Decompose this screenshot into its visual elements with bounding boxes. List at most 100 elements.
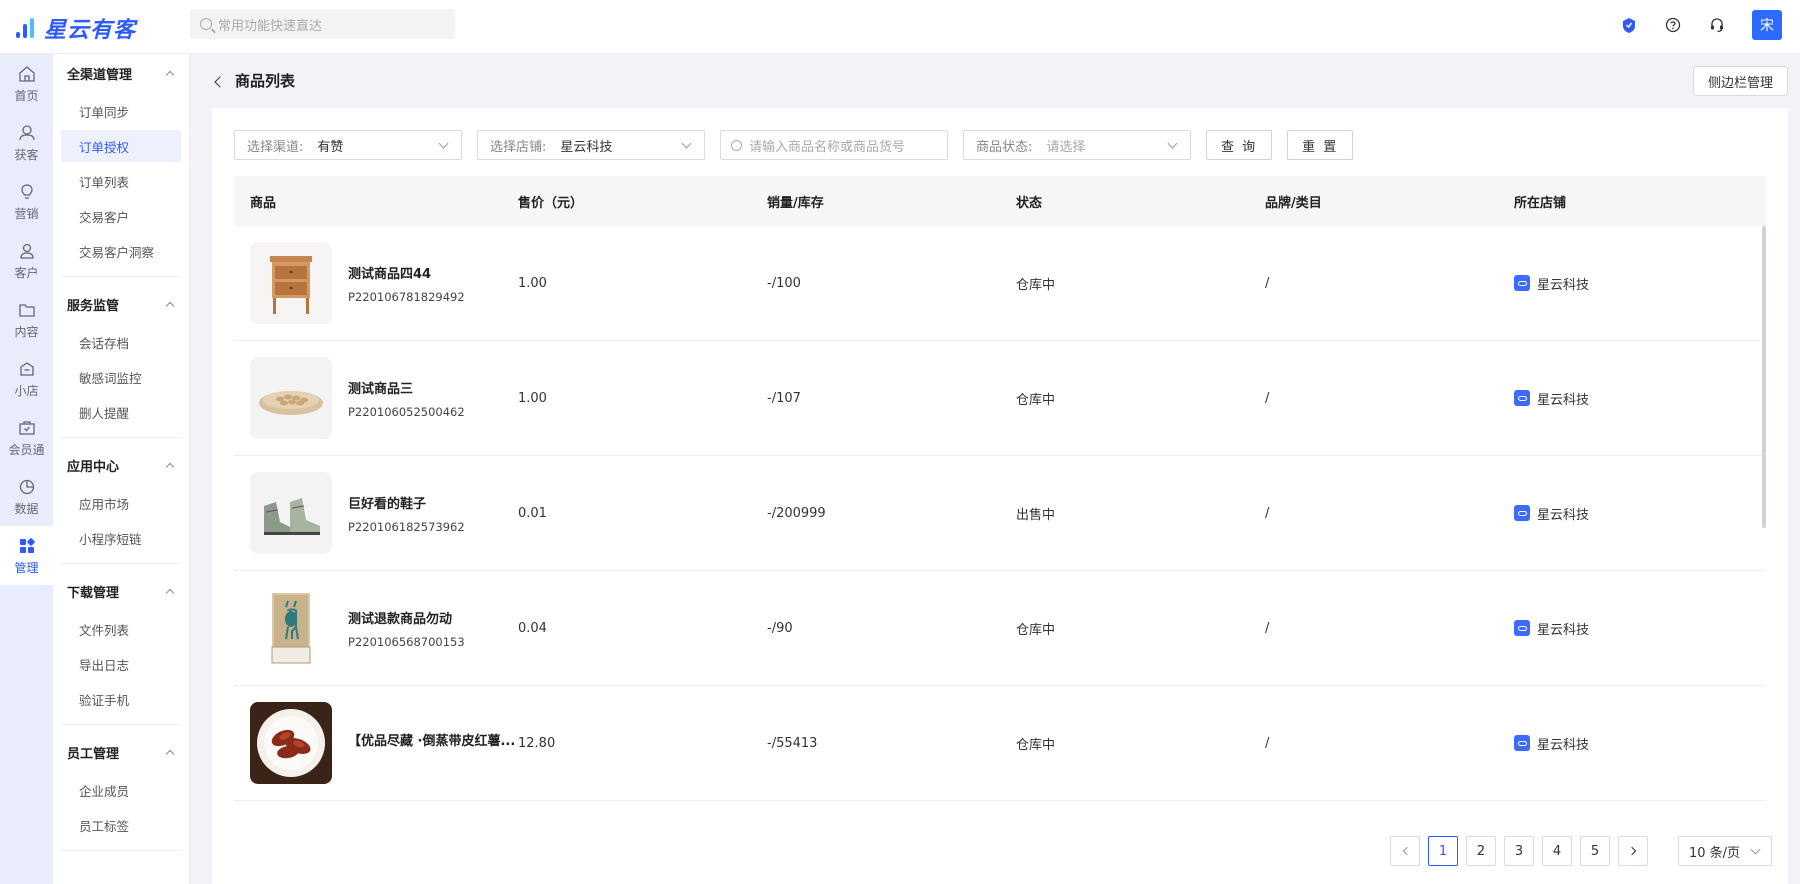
subnav-item-order-list[interactable]: 订单列表	[61, 165, 181, 197]
rail-label: 营销	[14, 206, 39, 221]
col-header-brand: 品牌/类目	[1265, 195, 1322, 211]
table-row[interactable]: 【优品尽藏 ·倒蒸带皮红薯... 12.80 -/55413 仓库中 / 星云科…	[234, 686, 1766, 801]
chevron-down-icon	[438, 138, 449, 149]
channel-select[interactable]: 选择渠道: 有赞	[234, 130, 462, 160]
product-brand: /	[1265, 390, 1270, 406]
table-row[interactable]: 测试商品四44 P220106781829492 1.00 -/100 仓库中 …	[234, 226, 1766, 341]
shield-icon[interactable]	[1620, 16, 1638, 34]
product-name[interactable]: 【优品尽藏 ·倒蒸带皮红薯...	[348, 730, 515, 749]
product-search-placeholder: 请输入商品名称或商品货号	[749, 139, 906, 155]
reset-button[interactable]: 重 置	[1287, 130, 1354, 160]
table-row[interactable]: 巨好看的鞋子 P220106182573962 0.01 -/200999 出售…	[234, 456, 1766, 571]
subnav-item-customer-insight[interactable]: 交易客户洞察	[61, 235, 181, 267]
search-icon	[200, 18, 212, 30]
global-search-input[interactable]: 常用功能快速直达	[190, 9, 455, 39]
query-button[interactable]: 查 询	[1206, 130, 1273, 160]
sidebar-manage-button[interactable]: 侧边栏管理	[1692, 66, 1788, 96]
subnav-item-app-market[interactable]: 应用市场	[61, 487, 181, 519]
table-row[interactable]: 测试退款商品勿动 P220106568700153 0.04 -/90 仓库中 …	[234, 571, 1766, 686]
subnav-group-title[interactable]: 应用中心	[61, 446, 181, 484]
subnav-item-order-sync[interactable]: 订单同步	[61, 95, 181, 127]
chevron-up-icon	[165, 588, 175, 597]
subnav-item-staff-tags[interactable]: 员工标签	[61, 809, 181, 841]
product-status: 仓库中	[1016, 392, 1056, 408]
shop-value: 星云科技	[560, 139, 613, 155]
rail-item-marketing[interactable]: 营销	[0, 172, 53, 231]
product-brand: /	[1265, 620, 1270, 636]
page-size-select[interactable]: 10 条/页	[1678, 836, 1772, 866]
status-select[interactable]: 商品状态: 请选择	[963, 130, 1191, 160]
product-thumbnail[interactable]	[250, 357, 332, 439]
group-title-text: 全渠道管理	[67, 67, 133, 83]
subnav-item-export-log[interactable]: 导出日志	[61, 648, 181, 680]
product-name[interactable]: 测试退款商品勿动	[348, 608, 465, 627]
subnav-item-members[interactable]: 企业成员	[61, 774, 181, 806]
page-button-1[interactable]: 1	[1428, 836, 1458, 866]
subnav-item-order-auth[interactable]: 订单授权	[61, 130, 181, 162]
product-name[interactable]: 测试商品四44	[348, 263, 465, 282]
pagination: 1 2 3 4 5 10 条/页	[1390, 836, 1772, 866]
table-row[interactable]: 测试商品三 P220106052500462 1.00 -/107 仓库中 / …	[234, 341, 1766, 456]
page-button-3[interactable]: 3	[1504, 836, 1534, 866]
subnav-group-title[interactable]: 员工管理	[61, 733, 181, 771]
subnav-item-trade-customers[interactable]: 交易客户	[61, 200, 181, 232]
product-thumbnail[interactable]	[250, 242, 332, 324]
product-stock: -/100	[767, 275, 801, 291]
page-button-5[interactable]: 5	[1580, 836, 1610, 866]
search-icon	[731, 139, 742, 151]
subnav-item-verify-phone[interactable]: 验证手机	[61, 683, 181, 715]
rail-item-acquire[interactable]: 获客	[0, 113, 53, 172]
product-shop: 星云科技	[1537, 277, 1590, 293]
subnav-group-title[interactable]: 下载管理	[61, 572, 181, 610]
rail-item-home[interactable]: 首页	[0, 54, 53, 113]
content-card: 选择渠道: 有赞 选择店铺: 星云科技 请输入商品名称或商品货号 商品状态: 请…	[212, 108, 1788, 884]
channel-label: 选择渠道:	[247, 139, 304, 155]
product-brand: /	[1265, 275, 1270, 291]
product-name[interactable]: 巨好看的鞋子	[348, 493, 465, 512]
subnav-item-chat-archive[interactable]: 会话存档	[61, 326, 181, 358]
subnav-group-staff: 员工管理 企业成员 员工标签	[61, 733, 181, 851]
back-arrow-icon[interactable]	[214, 76, 226, 88]
folder-icon	[17, 300, 37, 320]
subnav-item-delete-alert[interactable]: 删人提醒	[61, 396, 181, 428]
rail-label: 首页	[14, 88, 39, 103]
filter-bar: 选择渠道: 有赞 选择店铺: 星云科技 请输入商品名称或商品货号 商品状态: 请…	[234, 130, 1354, 160]
product-price: 0.04	[518, 620, 547, 636]
chevron-down-icon	[681, 138, 692, 149]
shop-select[interactable]: 选择店铺: 星云科技	[477, 130, 705, 160]
product-search-input[interactable]: 请输入商品名称或商品货号	[720, 130, 948, 160]
subnav-group-title[interactable]: 服务监管	[61, 285, 181, 323]
rail-item-customer[interactable]: 客户	[0, 231, 53, 290]
logo-text: 星云有客	[44, 18, 137, 43]
group-title-text: 应用中心	[67, 459, 120, 475]
page-button-4[interactable]: 4	[1542, 836, 1572, 866]
headset-icon[interactable]	[1708, 16, 1726, 34]
rail-label: 管理	[14, 560, 39, 575]
table-scrollbar[interactable]	[1762, 226, 1766, 528]
page-title: 商品列表	[235, 72, 296, 90]
subnav-item-mini-link[interactable]: 小程序短链	[61, 522, 181, 554]
rail-item-member[interactable]: 会员通	[0, 408, 53, 467]
avatar[interactable]: 宋	[1752, 10, 1782, 40]
logo[interactable]: 星云有客	[16, 12, 136, 44]
product-name[interactable]: 测试商品三	[348, 378, 465, 397]
product-thumbnail[interactable]	[250, 472, 332, 554]
subnav-item-file-list[interactable]: 文件列表	[61, 613, 181, 645]
next-page-button[interactable]	[1618, 836, 1648, 866]
help-icon[interactable]	[1664, 16, 1682, 34]
subnav-group-title[interactable]: 全渠道管理	[61, 54, 181, 92]
page-button-2[interactable]: 2	[1466, 836, 1496, 866]
product-thumbnail[interactable]	[250, 587, 332, 669]
chevron-up-icon	[165, 462, 175, 471]
rail-item-shop[interactable]: 小店	[0, 349, 53, 408]
prev-page-button[interactable]	[1390, 836, 1420, 866]
rail-item-content[interactable]: 内容	[0, 290, 53, 349]
rail-item-manage[interactable]: 管理	[0, 526, 53, 585]
chevron-left-icon	[1402, 846, 1411, 856]
shop-link-icon	[1514, 390, 1530, 406]
rail-item-data[interactable]: 数据	[0, 467, 53, 526]
pie-chart-icon	[17, 477, 37, 497]
subnav-item-sensitive-words[interactable]: 敏感词监控	[61, 361, 181, 393]
product-thumbnail[interactable]	[250, 702, 332, 784]
product-code: P220106182573962	[348, 519, 465, 534]
